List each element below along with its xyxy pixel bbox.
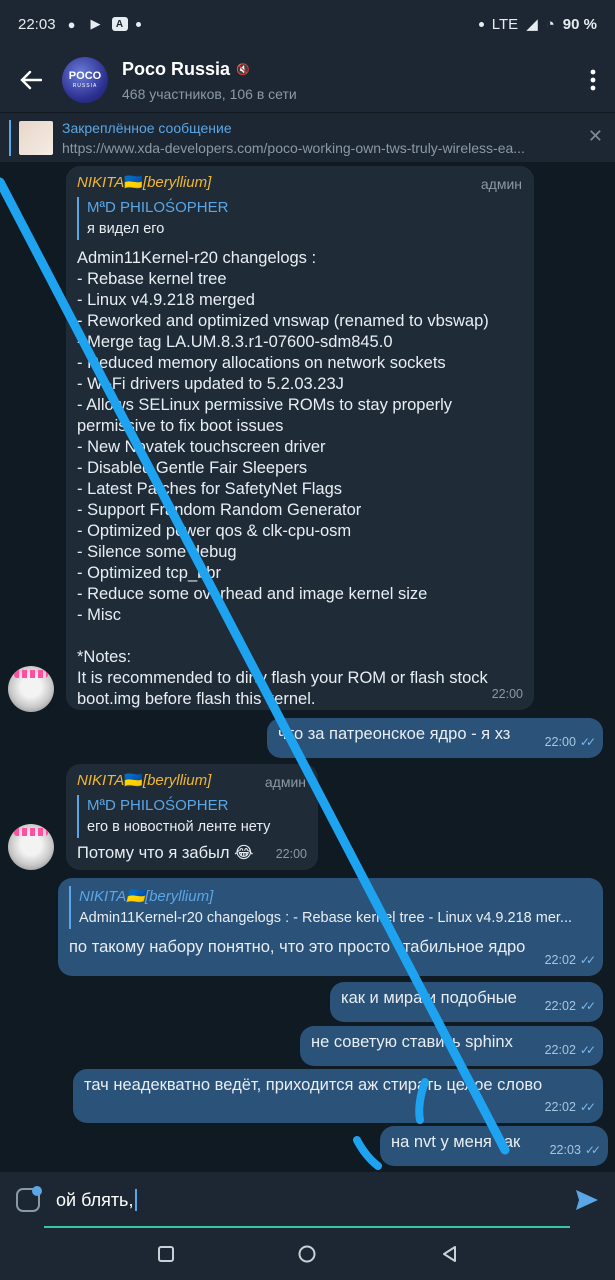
message-input[interactable]: ой блять, — [56, 1189, 138, 1211]
close-pinned-icon[interactable]: ✕ — [588, 126, 603, 147]
reply-text: Admin11Kernel-r20 changelogs : - Rebase … — [79, 910, 572, 926]
user-avatar[interactable] — [8, 824, 54, 870]
recents-button[interactable] — [146, 1234, 186, 1274]
message-text: на nvt у меня так — [391, 1133, 521, 1151]
back-button[interactable] — [0, 48, 62, 112]
app-icon: A — [111, 17, 128, 31]
system-navigation-bar — [0, 1228, 615, 1280]
sticker-button[interactable] — [0, 1172, 56, 1228]
chat-info[interactable]: Poco Russia 🔇 468 участников, 106 в сети — [122, 59, 297, 102]
text-cursor — [135, 1189, 138, 1211]
home-icon — [298, 1245, 316, 1263]
message-outgoing[interactable]: на nvt у меня так 22:03 ✓✓ — [380, 1126, 608, 1166]
pinned-url: https://www.xda-developers.com/poco-work… — [62, 139, 525, 156]
status-bar: 22:03 ● ▶ A LTE ◢ ◔ 90 % — [0, 0, 615, 48]
youtube-icon: ▶ — [90, 16, 101, 31]
avatar-logo-subtext: RUSSIA — [72, 83, 98, 89]
message-incoming[interactable]: NIKITA🇺🇦[beryllium] админ MªD PHILOŚOPHE… — [66, 166, 534, 710]
read-checks-icon: ✓✓ — [579, 999, 596, 1013]
message-input-text: ой блять, — [56, 1189, 134, 1210]
back-triangle-icon — [443, 1246, 457, 1262]
message-text: Потому что я забыл 😂 — [77, 844, 254, 862]
send-icon — [576, 1190, 598, 1210]
message-time: 22:03 ✓✓ — [549, 1143, 601, 1157]
sender-name: NIKITA🇺🇦[beryllium] — [77, 174, 212, 191]
reply-quote[interactable]: MªD PHILOŚOPHER его в новостной ленте не… — [77, 795, 307, 838]
more-notifications-icon — [135, 21, 141, 27]
data-saver-icon: ◔ — [545, 15, 555, 33]
read-checks-icon: ✓✓ — [579, 1100, 596, 1114]
message-text: по такому набору понятно, что это просто… — [69, 938, 526, 956]
chat-subtitle: 468 участников, 106 в сети — [122, 85, 297, 102]
message-outgoing[interactable]: не советую ставить sphinx 22:02 ✓✓ — [300, 1026, 603, 1066]
message-time: 22:02 ✓✓ — [544, 1043, 596, 1057]
reply-quote[interactable]: NIKITA🇺🇦[beryllium] Admin11Kernel-r20 ch… — [69, 886, 592, 929]
message-text: тач неадекватно ведёт, приходится аж сти… — [84, 1076, 543, 1094]
reply-author: NIKITA🇺🇦[beryllium] — [79, 888, 214, 905]
message-incoming[interactable]: NIKITA🇺🇦[beryllium] админ MªD PHILOŚOPHE… — [66, 764, 318, 870]
network-type: LTE — [491, 15, 519, 33]
admin-badge: админ — [264, 774, 306, 790]
back-nav-button[interactable] — [429, 1234, 469, 1274]
home-button[interactable] — [287, 1234, 327, 1274]
message-time: 22:00 ✓✓ — [544, 735, 596, 749]
notification-dot — [32, 1186, 42, 1196]
reply-text: я видел его — [87, 221, 165, 237]
battery-level: 90 % — [562, 15, 597, 33]
message-time: 22:00 — [275, 847, 307, 861]
dot-icon — [478, 21, 484, 27]
message-outgoing[interactable]: NIKITA🇺🇦[beryllium] Admin11Kernel-r20 ch… — [58, 878, 603, 976]
message-time: 22:02 ✓✓ — [544, 999, 596, 1013]
message-outgoing[interactable]: тач неадекватно ведёт, приходится аж сти… — [73, 1069, 603, 1123]
read-checks-icon: ✓✓ — [584, 1143, 601, 1157]
message-outgoing[interactable]: как и мира и подобные 22:02 ✓✓ — [330, 982, 603, 1022]
status-time: 22:03 — [18, 15, 56, 33]
more-vertical-icon — [590, 69, 596, 91]
message-outgoing[interactable]: что за патреонское ядро - я хз 22:00 ✓✓ — [267, 718, 603, 758]
group-avatar[interactable]: POCO RUSSIA — [62, 57, 108, 103]
message-time: 22:02 ✓✓ — [544, 953, 596, 967]
recents-icon — [157, 1246, 174, 1262]
pinned-message[interactable]: Закреплённое сообщение https://www.xda-d… — [0, 112, 615, 162]
more-options-button[interactable] — [571, 48, 615, 112]
read-checks-icon: ✓✓ — [579, 735, 596, 749]
reply-quote[interactable]: MªD PHILOŚOPHER я видел его — [77, 197, 523, 240]
read-checks-icon: ✓✓ — [579, 953, 596, 967]
admin-badge: админ — [480, 176, 522, 192]
chat-bubble-icon: ● — [67, 16, 76, 32]
back-arrow-icon — [20, 70, 42, 90]
signal-icon: ◢ — [526, 16, 538, 33]
reply-author: MªD PHILOŚOPHER — [87, 797, 229, 814]
avatar-logo-text: POCO — [68, 70, 102, 82]
reply-author: MªD PHILOŚOPHER — [87, 199, 229, 216]
message-time: 22:02 ✓✓ — [544, 1100, 596, 1114]
pinned-title: Закреплённое сообщение — [62, 119, 232, 136]
user-avatar[interactable] — [8, 666, 54, 712]
chat-header: POCO RUSSIA Poco Russia 🔇 468 участников… — [0, 48, 615, 112]
pin-thumbnail — [19, 120, 53, 155]
message-text: что за патреонское ядро - я хз — [278, 725, 511, 743]
message-text: Admin11Kernel-r20 changelogs : - Rebase … — [77, 249, 489, 708]
pin-indicator — [9, 119, 11, 156]
muted-icon: 🔇 — [236, 63, 250, 76]
reply-text: его в новостной ленте нету — [87, 819, 271, 835]
message-text: как и мира и подобные — [341, 989, 517, 1007]
message-time: 22:00 — [491, 687, 523, 701]
send-button[interactable] — [559, 1172, 615, 1228]
message-composer: ой блять, — [0, 1172, 615, 1228]
message-text: не советую ставить sphinx — [311, 1033, 513, 1051]
chat-title: Poco Russia — [122, 58, 231, 79]
read-checks-icon: ✓✓ — [579, 1043, 596, 1057]
